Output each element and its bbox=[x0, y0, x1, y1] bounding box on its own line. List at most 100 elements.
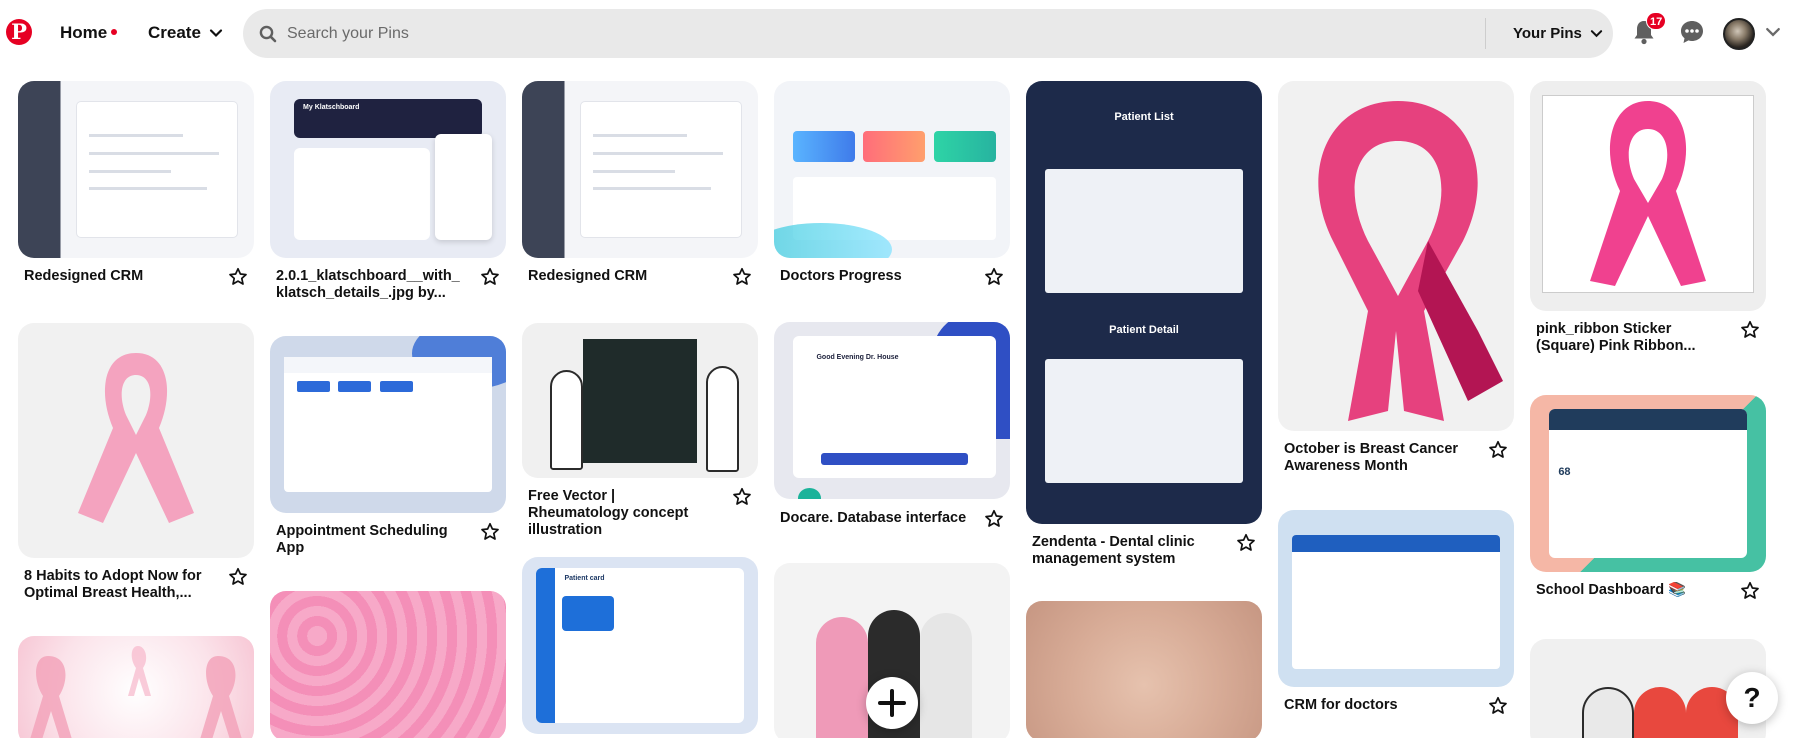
star-outline-icon[interactable] bbox=[1488, 440, 1508, 460]
pin-title[interactable]: CRM for doctors bbox=[1284, 697, 1472, 714]
pin-image[interactable] bbox=[522, 323, 758, 478]
new-content-dot-icon bbox=[111, 28, 118, 35]
pin-image-tile bbox=[863, 130, 926, 163]
pin-title[interactable]: Docare. Database interface bbox=[780, 510, 968, 527]
pin-card[interactable]: Appointment Scheduling App bbox=[270, 336, 506, 566]
pin-card[interactable]: 68 School Dashboard 📚 bbox=[1530, 395, 1766, 610]
nav-home-tab[interactable]: Home bbox=[44, 14, 133, 52]
pin-image-toolbar bbox=[1292, 534, 1500, 553]
pin-image[interactable] bbox=[1026, 601, 1262, 738]
pin-image[interactable] bbox=[1530, 81, 1766, 311]
pin-image-tile bbox=[933, 130, 996, 163]
pinterest-logo-icon[interactable]: P bbox=[6, 19, 32, 45]
help-button[interactable]: ? bbox=[1726, 672, 1778, 724]
pin-image[interactable] bbox=[270, 336, 506, 513]
pin-image-selection bbox=[821, 452, 968, 466]
search-icon bbox=[259, 25, 277, 43]
star-outline-icon[interactable] bbox=[1236, 533, 1256, 553]
pin-image-figure bbox=[1581, 687, 1634, 738]
star-outline-icon[interactable] bbox=[1488, 696, 1508, 716]
pin-image[interactable] bbox=[18, 636, 254, 738]
star-outline-icon[interactable] bbox=[1740, 320, 1760, 340]
user-avatar[interactable] bbox=[1723, 18, 1755, 50]
pin-image-tiles bbox=[792, 130, 996, 163]
pin-title[interactable]: Free Vector | Rheumatology concept illus… bbox=[528, 488, 716, 539]
pin-image-panel bbox=[293, 148, 431, 241]
pin-image-panel bbox=[1548, 409, 1748, 558]
pin-title[interactable]: Doctors Progress bbox=[780, 268, 968, 285]
your-pins-filter-dropdown[interactable]: Your Pins bbox=[1513, 9, 1603, 58]
notification-count-badge: 17 bbox=[1646, 12, 1667, 30]
pin-image[interactable]: Patient List Patient Detail bbox=[1026, 81, 1262, 524]
pin-card[interactable]: Doctors Progress bbox=[774, 81, 1010, 301]
chevron-down-icon bbox=[209, 29, 223, 38]
pin-card[interactable]: 8 Habits to Adopt Now for Optimal Breast… bbox=[18, 323, 254, 613]
star-outline-icon[interactable] bbox=[480, 522, 500, 542]
pink-ribbon-icon bbox=[1318, 101, 1503, 421]
nav-create-dropdown[interactable]: Create bbox=[132, 14, 239, 52]
pin-image[interactable]: Patient card bbox=[522, 557, 758, 734]
pin-image[interactable] bbox=[1278, 81, 1514, 431]
pin-card[interactable]: Patient List Patient Detail Zendenta - D… bbox=[1026, 81, 1262, 567]
pink-ribbon-icon bbox=[78, 353, 194, 523]
pin-card[interactable]: Free Vector | Rheumatology concept illus… bbox=[522, 323, 758, 538]
pin-title[interactable]: Redesigned CRM bbox=[24, 268, 212, 285]
pin-title[interactable]: October is Breast Cancer Awareness Month bbox=[1284, 441, 1472, 475]
top-nav-bar: P Home Create Your Pins 17 bbox=[0, 0, 1795, 66]
pin-card[interactable]: CRM for doctors bbox=[1278, 510, 1514, 714]
pin-image-screenshot bbox=[1044, 169, 1244, 294]
pin-image[interactable]: Good Evening Dr. House bbox=[774, 322, 1010, 499]
pin-title[interactable]: Zendenta - Dental clinic management syst… bbox=[1032, 534, 1220, 568]
star-outline-icon[interactable] bbox=[1740, 581, 1760, 601]
pin-image[interactable] bbox=[18, 81, 254, 258]
star-outline-icon[interactable] bbox=[984, 267, 1004, 287]
chevron-down-icon bbox=[1590, 30, 1603, 38]
pin-card[interactable] bbox=[18, 636, 254, 738]
star-outline-icon[interactable] bbox=[480, 267, 500, 287]
pin-image[interactable]: My Klatschboard bbox=[270, 81, 506, 258]
pin-card[interactable] bbox=[1026, 601, 1262, 738]
search-input[interactable] bbox=[283, 9, 1303, 58]
pink-ribbon-icon bbox=[1590, 101, 1706, 286]
pin-image-text: Good Evening Dr. House bbox=[816, 353, 899, 361]
pin-image-row bbox=[88, 187, 207, 191]
pin-image[interactable] bbox=[774, 81, 1010, 258]
pin-image[interactable]: 68 bbox=[1530, 395, 1766, 572]
pin-image-screenshot bbox=[1044, 359, 1244, 483]
pin-image[interactable] bbox=[18, 323, 254, 558]
pin-image-row bbox=[592, 151, 723, 155]
pin-title[interactable]: School Dashboard 📚 bbox=[1536, 582, 1724, 599]
star-outline-icon[interactable] bbox=[732, 267, 752, 287]
pin-card[interactable] bbox=[270, 591, 506, 738]
pin-title[interactable]: Appointment Scheduling App bbox=[276, 523, 464, 557]
pin-card[interactable]: Good Evening Dr. House Docare. Database … bbox=[774, 322, 1010, 537]
pin-image-card bbox=[562, 595, 615, 632]
pin-image-tag bbox=[296, 381, 330, 393]
add-pin-button[interactable] bbox=[866, 677, 918, 729]
pin-card[interactable]: Patient card bbox=[522, 557, 758, 734]
pin-title[interactable]: pink_ribbon Sticker (Square) Pink Ribbon… bbox=[1536, 321, 1724, 355]
pin-card[interactable]: My Klatschboard 2.0.1_klatschboard__with… bbox=[270, 81, 506, 306]
pin-image-tag bbox=[379, 381, 413, 393]
pin-image[interactable] bbox=[522, 81, 758, 258]
account-options-chevron-icon[interactable] bbox=[1765, 24, 1781, 40]
search-bar[interactable]: Your Pins bbox=[243, 9, 1613, 58]
pin-card[interactable]: Redesigned CRM bbox=[18, 81, 254, 301]
pin-card[interactable]: October is Breast Cancer Awareness Month bbox=[1278, 81, 1514, 474]
pin-title[interactable]: Redesigned CRM bbox=[528, 268, 716, 285]
pin-title[interactable]: 8 Habits to Adopt Now for Optimal Breast… bbox=[24, 568, 212, 602]
pin-image[interactable] bbox=[270, 591, 506, 738]
star-outline-icon[interactable] bbox=[228, 267, 248, 287]
pin-image-figure bbox=[816, 617, 869, 738]
messages-icon[interactable] bbox=[1678, 18, 1706, 46]
pin-feed-grid: Redesigned CRM 8 Habits to Adopt Now for… bbox=[0, 66, 1795, 738]
pin-image[interactable] bbox=[1278, 510, 1514, 687]
pin-card[interactable]: Redesigned CRM bbox=[522, 81, 758, 301]
pin-title[interactable]: 2.0.1_klatschboard__with_ klatsch_detail… bbox=[276, 268, 464, 302]
star-outline-icon[interactable] bbox=[984, 509, 1004, 529]
pink-ribbons-pattern-icon bbox=[30, 646, 242, 738]
star-outline-icon[interactable] bbox=[732, 487, 752, 507]
star-outline-icon[interactable] bbox=[228, 567, 248, 587]
pin-card[interactable]: pink_ribbon Sticker (Square) Pink Ribbon… bbox=[1530, 81, 1766, 354]
pin-image-panel bbox=[284, 357, 492, 492]
